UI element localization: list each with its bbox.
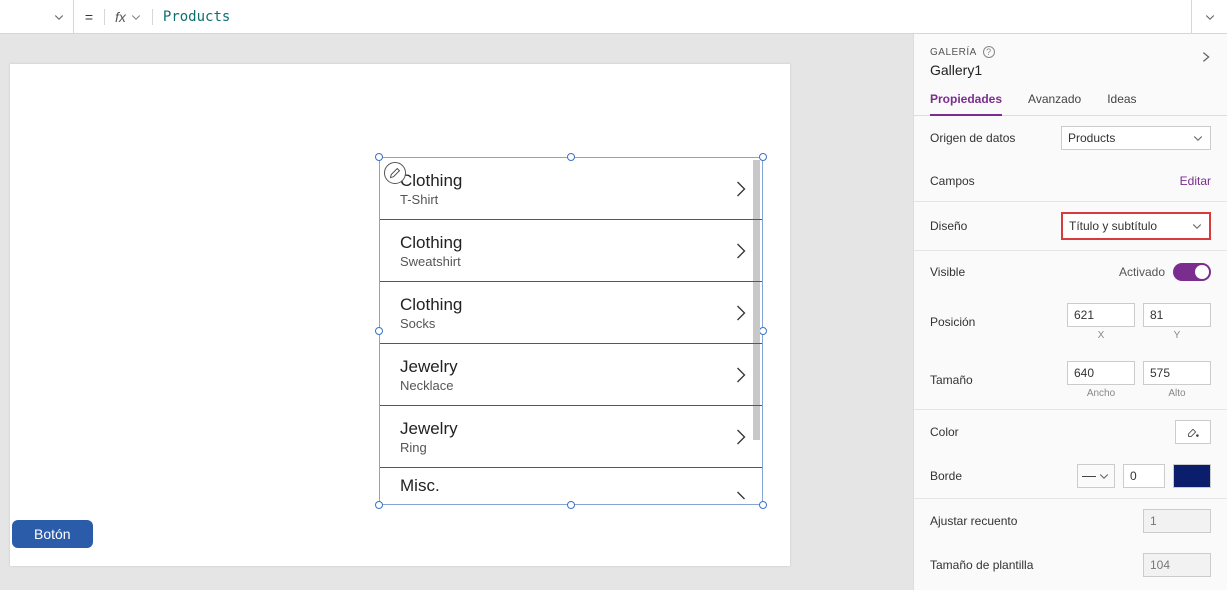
prop-label: Ajustar recuento — [930, 514, 1143, 528]
prop-visible: Visible Activado — [914, 251, 1227, 293]
prop-label: Tamaño — [930, 373, 1067, 387]
height-input[interactable]: 575 — [1143, 361, 1211, 385]
prop-label: Posición — [930, 315, 1067, 329]
pencil-icon — [389, 167, 401, 179]
border-width-input[interactable]: 0 — [1123, 464, 1165, 488]
prop-label: Borde — [930, 469, 1077, 483]
chevron-down-icon — [1191, 220, 1203, 232]
prop-label: Visible — [930, 265, 1119, 279]
dropdown-value: Título y subtítulo — [1069, 219, 1157, 233]
edit-fields-link[interactable]: Editar — [1180, 174, 1211, 188]
item-subtitle: T-Shirt — [400, 192, 734, 207]
sub-label: Alto — [1168, 388, 1185, 399]
chevron-right-icon — [734, 426, 748, 448]
paint-icon — [1186, 425, 1200, 439]
width-input[interactable]: 640 — [1067, 361, 1135, 385]
item-title: Misc. — [400, 476, 440, 496]
color-picker[interactable] — [1175, 420, 1211, 444]
list-item[interactable]: JewelryRing — [380, 406, 762, 468]
prop-position: Posición 621 X 81 Y — [914, 293, 1227, 351]
prop-template-size: Tamaño de plantilla 104 — [914, 543, 1227, 587]
item-title: Clothing — [400, 295, 734, 315]
item-title: Jewelry — [400, 357, 734, 377]
list-item[interactable]: JewelryNecklace — [380, 344, 762, 406]
prop-label: Campos — [930, 174, 1180, 188]
sub-label: Y — [1174, 330, 1181, 341]
prop-border: Borde 0 — [914, 454, 1227, 499]
button-control[interactable]: Botón — [12, 520, 93, 548]
control-type-label: GALERÍA — [930, 47, 977, 58]
panel-tabs: Propiedades Avanzado Ideas — [914, 92, 1227, 116]
item-subtitle: Socks — [400, 316, 734, 331]
chevron-right-icon — [734, 364, 748, 386]
gallery-body: ClothingT-Shirt ClothingSweatshirt Cloth… — [380, 158, 762, 504]
formula-input[interactable]: Products — [153, 9, 1191, 25]
border-style-dropdown[interactable] — [1077, 464, 1115, 488]
chevron-right-icon — [734, 240, 748, 262]
property-dropdown[interactable] — [0, 0, 74, 33]
help-icon[interactable]: ? — [983, 46, 995, 58]
list-item[interactable]: ClothingSocks — [380, 282, 762, 344]
prop-label: Color — [930, 425, 1175, 439]
chevron-down-icon — [1204, 11, 1216, 23]
tab-ideas[interactable]: Ideas — [1107, 92, 1136, 115]
edit-template-button[interactable] — [384, 162, 406, 184]
prop-label: Diseño — [930, 219, 1061, 233]
control-name[interactable]: Gallery1 — [930, 62, 1211, 78]
visible-toggle[interactable] — [1173, 263, 1211, 281]
prop-wrap-count: Ajustar recuento 1 — [914, 499, 1227, 543]
prop-label: Origen de datos — [930, 131, 1061, 145]
chevron-right-icon — [734, 302, 748, 324]
list-item[interactable]: ClothingT-Shirt — [380, 158, 762, 220]
layout-dropdown[interactable]: Título y subtítulo — [1061, 212, 1211, 240]
wrap-count-input[interactable]: 1 — [1143, 509, 1211, 533]
prop-fields: Campos Editar — [914, 160, 1227, 202]
chevron-right-icon[interactable] — [1199, 50, 1213, 64]
data-source-dropdown[interactable]: Products — [1061, 126, 1211, 150]
app-screen: Botón ClothingT-Shirt — [10, 64, 790, 566]
expand-formula-button[interactable] — [1191, 0, 1227, 33]
prop-data-source: Origen de datos Products — [914, 116, 1227, 160]
position-x-input[interactable]: 621 — [1067, 303, 1135, 327]
dropdown-value: Products — [1068, 131, 1115, 145]
tab-properties[interactable]: Propiedades — [930, 92, 1002, 116]
fx-label: fx — [115, 9, 126, 25]
chevron-down-icon — [1192, 132, 1204, 144]
chevron-down-icon — [130, 11, 142, 23]
formula-bar: = fx Products — [0, 0, 1227, 34]
border-color-picker[interactable] — [1173, 464, 1211, 488]
list-item[interactable]: Misc. — [380, 468, 762, 504]
prop-color: Color — [914, 410, 1227, 454]
fx-button[interactable]: fx — [104, 9, 153, 25]
equals-label: = — [74, 9, 104, 25]
position-y-input[interactable]: 81 — [1143, 303, 1211, 327]
sub-label: X — [1098, 330, 1105, 341]
prop-size: Tamaño 640 Ancho 575 Alto — [914, 351, 1227, 410]
template-size-input[interactable]: 104 — [1143, 553, 1211, 577]
chevron-down-icon — [53, 11, 65, 23]
item-title: Jewelry — [400, 419, 734, 439]
chevron-down-icon — [1098, 470, 1110, 482]
sub-label: Ancho — [1087, 388, 1115, 399]
prop-label: Tamaño de plantilla — [930, 558, 1143, 572]
toggle-label: Activado — [1119, 265, 1165, 279]
item-title: Clothing — [400, 171, 734, 191]
chevron-right-icon — [734, 178, 748, 200]
item-subtitle: Sweatshirt — [400, 254, 734, 269]
item-subtitle: Necklace — [400, 378, 734, 393]
gallery-control-selected[interactable]: ClothingT-Shirt ClothingSweatshirt Cloth… — [379, 157, 763, 505]
tab-advanced[interactable]: Avanzado — [1028, 92, 1081, 115]
item-subtitle: Ring — [400, 440, 734, 455]
chevron-right-icon — [734, 488, 748, 504]
prop-layout: Diseño Título y subtítulo — [914, 202, 1227, 251]
properties-panel: GALERÍA ? Gallery1 Propiedades Avanzado … — [913, 34, 1227, 590]
item-title: Clothing — [400, 233, 734, 253]
list-item[interactable]: ClothingSweatshirt — [380, 220, 762, 282]
canvas-area[interactable]: Botón ClothingT-Shirt — [0, 34, 913, 590]
